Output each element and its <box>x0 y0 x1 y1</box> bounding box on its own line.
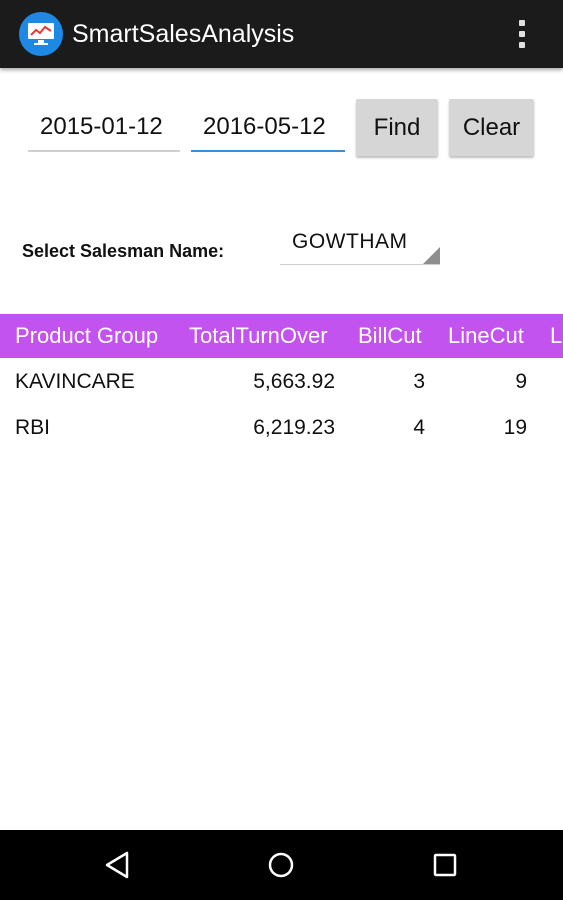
table-row[interactable]: KAVINCARE 5,663.92 3 9 <box>0 359 563 405</box>
cell-total-turnover: 6,219.23 <box>253 416 335 439</box>
cell-linecut: 9 <box>515 370 527 393</box>
cell-product-group: KAVINCARE <box>15 370 135 393</box>
header-linecut[interactable]: LineCut <box>448 323 524 349</box>
header-truncated-column[interactable]: L <box>550 323 562 349</box>
sales-table: Product Group TotalTurnOver BillCut Line… <box>0 314 563 454</box>
salesman-dropdown[interactable]: GOWTHAM <box>280 228 440 265</box>
header-total-turnover[interactable]: TotalTurnOver <box>189 323 328 349</box>
system-nav-bar <box>0 830 563 900</box>
dropdown-arrow-icon <box>423 247 440 264</box>
app-title: SmartSalesAnalysis <box>72 20 295 48</box>
cell-billcut: 4 <box>413 416 425 439</box>
clear-button[interactable]: Clear <box>449 99 534 156</box>
to-date-input[interactable] <box>191 104 345 152</box>
cell-billcut: 3 <box>413 370 425 393</box>
back-icon[interactable] <box>92 842 142 888</box>
find-button[interactable]: Find <box>356 99 438 156</box>
app-logo-icon <box>19 12 63 56</box>
recents-icon[interactable] <box>420 842 470 888</box>
overflow-menu-icon[interactable] <box>508 14 536 54</box>
cell-product-group: RBI <box>15 416 51 439</box>
header-billcut[interactable]: BillCut <box>358 323 422 349</box>
cell-linecut: 19 <box>503 416 527 439</box>
salesman-selected-value: GOWTHAM <box>292 230 408 253</box>
table-row[interactable]: RBI 6,219.23 4 19 <box>0 405 563 451</box>
header-product-group[interactable]: Product Group <box>15 323 158 349</box>
salesman-label: Select Salesman Name: <box>22 241 225 261</box>
table-header-row: Product Group TotalTurnOver BillCut Line… <box>0 314 563 358</box>
cell-total-turnover: 5,663.92 <box>253 370 335 393</box>
from-date-input[interactable] <box>28 104 180 152</box>
home-icon[interactable] <box>256 842 306 888</box>
app-bar: SmartSalesAnalysis <box>0 0 563 68</box>
